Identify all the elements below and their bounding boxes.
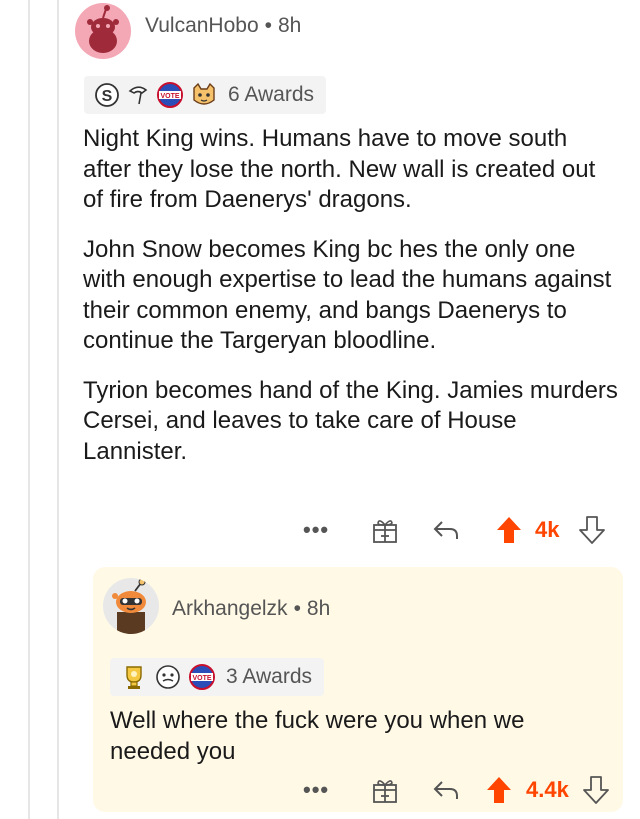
- timestamp[interactable]: 8h: [278, 14, 301, 37]
- cat-award-icon: [193, 82, 215, 105]
- more-button[interactable]: •••: [303, 770, 329, 810]
- more-button[interactable]: •••: [303, 510, 329, 550]
- comment-paragraph: Night King wins. Humans have to move sou…: [83, 125, 596, 213]
- vote-count: 4k: [535, 517, 560, 542]
- thread-line[interactable]: [28, 0, 30, 819]
- comment-paragraph: John Snow becomes King bc hes the only o…: [83, 235, 612, 355]
- upvote-arrow-icon: [487, 777, 511, 803]
- username[interactable]: Arkhangelzk: [172, 597, 288, 620]
- downvote-button[interactable]: [578, 510, 606, 550]
- more-icon: •••: [303, 517, 330, 542]
- hat-award-icon: [128, 86, 148, 105]
- awards-bar[interactable]: VOTE 3 Awards: [110, 658, 324, 696]
- reply-meta: Arkhangelzk • 8h: [172, 597, 330, 621]
- awards-count: 3 Awards: [226, 665, 312, 688]
- awards-count: 6 Awards: [228, 83, 314, 106]
- snoo-avatar-icon: [87, 5, 119, 53]
- reply-arrow-icon: [433, 781, 458, 799]
- separator: •: [293, 597, 301, 620]
- vote-award-icon: VOTE: [157, 82, 183, 108]
- gift-award-icon: [373, 520, 397, 543]
- downvote-arrow-icon: [579, 516, 605, 544]
- timestamp[interactable]: 8h: [307, 597, 330, 620]
- avatar[interactable]: [103, 578, 159, 634]
- trophy-award-icon: [126, 666, 142, 689]
- vote-award-icon: VOTE: [189, 664, 215, 690]
- username[interactable]: VulcanHobo: [145, 14, 259, 37]
- face-award-icon: [156, 665, 180, 689]
- give-award-button[interactable]: [372, 770, 398, 810]
- comment-meta: VulcanHobo • 8h: [145, 14, 301, 38]
- more-icon: •••: [303, 777, 330, 802]
- comment-actions: ••• 4k: [300, 510, 620, 550]
- comment-paragraph: Tyrion becomes hand of the King. Jamies …: [83, 376, 618, 465]
- reply-text: Well where the fuck were you when we nee…: [110, 707, 525, 765]
- svg-text:VOTE: VOTE: [160, 93, 179, 100]
- upvote-button[interactable]: [485, 770, 513, 810]
- reply-actions: ••• 4.4k: [300, 770, 620, 810]
- vote-count: 4.4k: [526, 777, 569, 802]
- awards-bar[interactable]: S VOTE 6 Awards: [84, 76, 326, 114]
- downvote-arrow-icon: [583, 776, 609, 804]
- avatar[interactable]: [75, 3, 131, 59]
- reply-button[interactable]: [432, 510, 460, 550]
- silver-s-award-icon: S: [95, 83, 119, 107]
- comment-body: Night King wins. Humans have to move sou…: [83, 124, 618, 486]
- reply-arrow-icon: [433, 521, 458, 539]
- upvote-button[interactable]: [495, 510, 523, 550]
- gift-award-icon: [373, 780, 397, 803]
- upvote-arrow-icon: [497, 517, 521, 543]
- reply-button[interactable]: [432, 770, 460, 810]
- downvote-button[interactable]: [582, 770, 610, 810]
- give-award-button[interactable]: [372, 510, 398, 550]
- svg-text:VOTE: VOTE: [192, 675, 211, 682]
- snoo-avatar-icon: [112, 578, 146, 634]
- svg-text:S: S: [102, 88, 113, 105]
- thread-line[interactable]: [57, 0, 59, 819]
- separator: •: [264, 14, 272, 37]
